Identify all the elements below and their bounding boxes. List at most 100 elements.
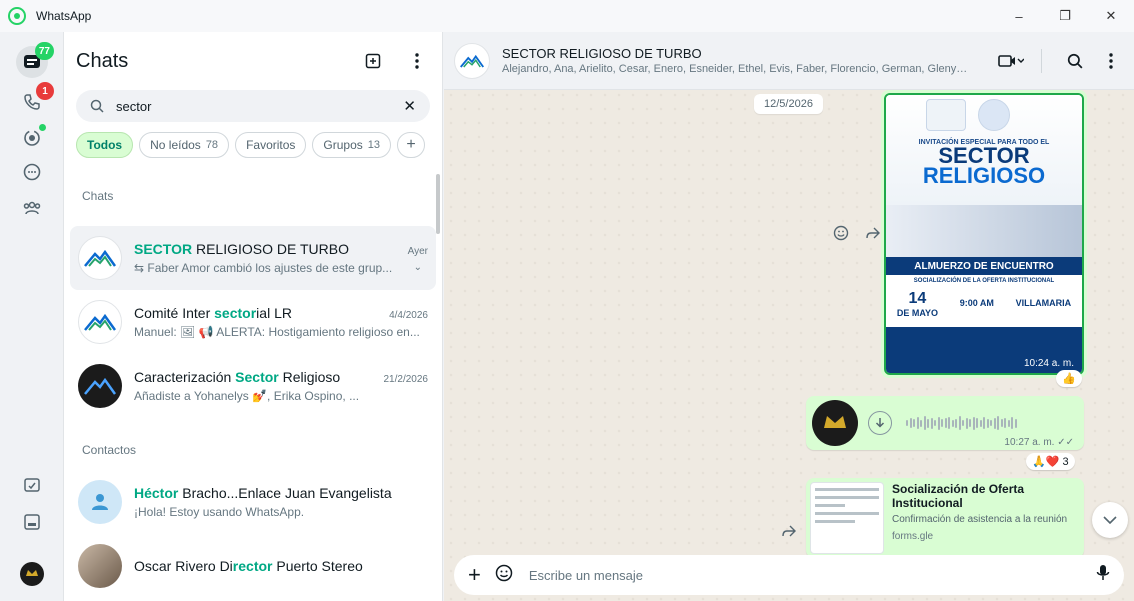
rail-calls-button[interactable]: 1 [16, 82, 54, 118]
video-call-button[interactable] [991, 48, 1031, 74]
link-preview-message[interactable]: Socialización de Oferta Institucional Co… [806, 478, 1084, 558]
chat-name: Comité Inter sectorial LR [134, 305, 292, 321]
chat-list-title: Chats [76, 49, 129, 72]
sector-religioso-logo-icon [84, 249, 117, 267]
filter-all[interactable]: Todos [76, 132, 134, 158]
maximize-button[interactable]: ❐ [1042, 0, 1088, 32]
message-composer: + [454, 555, 1124, 595]
chat-name: SECTOR RELIGIOSO DE TURBO [134, 241, 349, 257]
chat-row-sector-religioso[interactable]: SECTOR RELIGIOSO DE TURBO Ayer ⇆ Faber A… [70, 226, 436, 290]
sector-religioso-logo-icon [84, 313, 117, 331]
status-new-dot [39, 124, 46, 131]
rail-status-button[interactable] [16, 122, 48, 154]
group-avatar[interactable] [454, 42, 490, 79]
audio-waveform[interactable] [906, 415, 1074, 431]
voice-message[interactable]: 10:27 a. m. ✓✓ [806, 396, 1084, 450]
image-message[interactable]: INVITACIÓN ESPECIAL PARA TODO EL SECTOR … [881, 90, 1087, 378]
group-members: Alejandro, Ana, Arielito, Cesar, Enero, … [502, 63, 972, 75]
chat-row-comite-intersectorial[interactable]: Comité Inter sectorial LR 4/4/2026 Manue… [64, 290, 442, 354]
window-title: WhatsApp [36, 9, 92, 23]
rail-chats-button[interactable]: 77 [16, 42, 54, 78]
forward-button[interactable] [778, 520, 800, 542]
chat-time: Ayer [407, 246, 428, 257]
voice-record-button[interactable] [1096, 564, 1110, 587]
calls-missed-badge: 1 [36, 82, 54, 100]
filter-groups[interactable]: Grupos 13 [312, 132, 392, 158]
chat-time: 4/4/2026 [389, 310, 428, 321]
section-label-chats: Chats [82, 189, 114, 203]
chat-row-caracterizacion[interactable]: Caracterización Sector Religioso 21/2/20… [64, 354, 442, 418]
message-hover-actions [830, 222, 884, 244]
avatar [78, 364, 122, 408]
municipal-seal-icon [978, 99, 1010, 131]
event-poster-image: INVITACIÓN ESPECIAL PARA TODO EL SECTOR … [884, 93, 1084, 375]
chat-preview: Manuel: 🖼 📢 ALERTA: Hostigamiento religi… [134, 325, 420, 339]
react-button[interactable] [830, 222, 852, 244]
chevron-down-icon[interactable]: ⌄ [414, 262, 422, 273]
add-filter-button[interactable]: + [397, 132, 426, 158]
plus-icon: + [406, 136, 416, 153]
chat-filters: Todos No leídos 78 Favoritos Grupos 13 + [76, 132, 430, 158]
new-chat-button[interactable] [360, 48, 386, 74]
chat-list-scrollbar[interactable] [436, 174, 440, 234]
forward-icon [866, 227, 880, 239]
forward-button[interactable] [862, 222, 884, 244]
default-user-icon [92, 494, 108, 510]
avatar [78, 236, 122, 280]
minimize-button[interactable]: – [996, 0, 1042, 32]
status-icon [24, 130, 40, 146]
chat-list-panel: Chats ✕ Todos No leídos78 Favoritos Grup… [64, 32, 443, 601]
link-description: Confirmación de asistencia a la reunión [892, 514, 1068, 525]
chat-list-menu-button[interactable] [404, 48, 430, 74]
poster-photo [886, 205, 1082, 257]
media-gallery-icon [24, 514, 40, 530]
close-window-button[interactable]: ✕ [1088, 0, 1134, 32]
chat-search-input[interactable] [116, 98, 404, 114]
rail-media-button[interactable] [16, 506, 48, 538]
download-audio-button[interactable] [868, 411, 892, 435]
sticker-button[interactable] [495, 564, 513, 587]
message-time: 10:24 a. m. [1023, 358, 1074, 369]
link-title: Socialización de Oferta Institucional [892, 482, 1025, 510]
navigation-rail: 77 1 [0, 32, 64, 601]
contact-about: ¡Hola! Estoy usando WhatsApp. [134, 505, 305, 519]
sender-avatar [812, 400, 858, 446]
more-vertical-icon [415, 53, 419, 69]
message-time: 10:27 a. m. ✓✓ [1004, 437, 1074, 448]
conversation-header[interactable]: SECTOR RELIGIOSO DE TURBO Alejandro, Ana… [444, 32, 1134, 90]
voice-reactions[interactable]: 🙏❤️ 3 [1026, 453, 1075, 470]
chat-preview: Añadiste a Yohanelys 💅, Erika Ospino, ..… [134, 389, 360, 403]
contact-row-hector[interactable]: Héctor Bracho...Enlace Juan Evangelista … [64, 470, 442, 534]
download-icon [875, 418, 885, 428]
chat-search-bar: ✕ [76, 90, 430, 122]
title-bar: WhatsApp – ❐ ✕ [0, 0, 1134, 32]
settings-change-icon: ⇆ [134, 261, 148, 275]
communities-icon [23, 201, 41, 215]
search-in-chat-button[interactable] [1062, 48, 1088, 74]
contact-row-oscar[interactable]: Oscar Rivero Director Puerto Stereo [64, 534, 442, 598]
conversation-menu-button[interactable] [1098, 48, 1124, 74]
avatar [78, 480, 122, 524]
rail-starred-button[interactable] [16, 470, 48, 502]
profile-avatar-button[interactable] [16, 558, 48, 590]
profile-avatar-icon [20, 562, 44, 586]
conversation-panel: SECTOR RELIGIOSO DE TURBO Alejandro, Ana… [444, 32, 1134, 601]
header-divider [1041, 48, 1042, 73]
contact-name: Héctor Bracho...Enlace Juan Evangelista [134, 485, 392, 501]
scroll-to-bottom-button[interactable] [1092, 502, 1128, 538]
filter-unread[interactable]: No leídos 78 [139, 132, 230, 158]
microphone-icon [1096, 564, 1110, 580]
chat-preview: ⇆ Faber Amor cambió los ajustes de este … [134, 261, 393, 275]
date-separator: 12/5/2026 [754, 94, 823, 114]
channels-icon [23, 163, 41, 181]
rail-channels-button[interactable] [16, 156, 48, 188]
rail-communities-button[interactable] [16, 192, 48, 224]
message-input[interactable] [528, 567, 1096, 583]
filter-groups-count: 13 [367, 139, 381, 151]
attach-button[interactable]: + [468, 564, 481, 586]
poster-reaction[interactable]: 👍 [1056, 370, 1082, 387]
link-domain: forms.gle [892, 531, 934, 542]
filter-favorites[interactable]: Favoritos [235, 132, 307, 158]
clear-search-button[interactable]: ✕ [403, 97, 416, 115]
avatar [78, 544, 122, 588]
